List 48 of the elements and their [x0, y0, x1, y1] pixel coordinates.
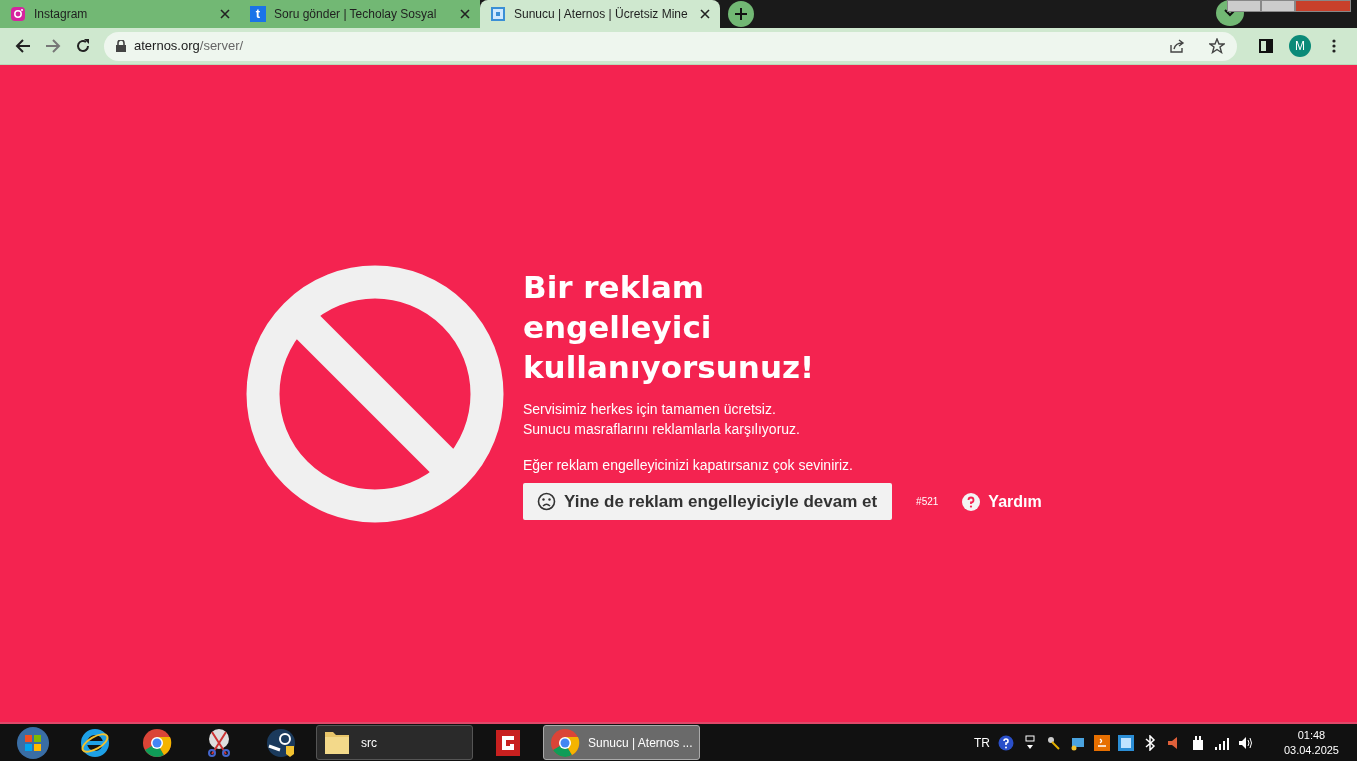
browser-tab[interactable]: Sunucu | Aternos | Ücretsiz Mine [480, 0, 720, 28]
share-icon[interactable] [1169, 38, 1185, 54]
profile-avatar[interactable]: M [1289, 35, 1311, 57]
address-bar[interactable]: aternos.org/server/ [104, 31, 1237, 61]
url-text: aternos.org/server/ [134, 37, 244, 56]
heading: Bir reklam engelleyici kullanıyorsunuz! [523, 267, 816, 388]
reload-icon[interactable] [75, 38, 91, 54]
browser-tab[interactable]: t Soru gönder | Techolay Sosyal [240, 0, 480, 28]
new-tab-button[interactable] [728, 1, 754, 27]
browser-tab[interactable]: Instagram [0, 0, 240, 28]
error-code: #521 [916, 495, 939, 510]
tab-title: Soru gönder | Techolay Sosyal [274, 6, 437, 23]
lock-icon [116, 40, 126, 52]
chrome-icon[interactable] [142, 727, 172, 758]
question-icon [962, 492, 981, 511]
clock[interactable]: 01:48 03.04.2025 [1283, 727, 1339, 758]
java-icon[interactable] [1093, 734, 1110, 751]
favicon: t [250, 6, 266, 22]
tab-title: Sunucu | Aternos | Ücretsiz Mine [514, 6, 688, 23]
language-indicator[interactable]: TR [973, 733, 990, 752]
taskbar-window-button[interactable]: src [316, 725, 473, 760]
plus-icon [734, 7, 748, 21]
prohibited-sign-icon [246, 264, 504, 523]
description: Servisimiz herkes için tamamen ücretsiz. Sunucu masraflarını reklamlarla karşılıyoruz. [523, 400, 801, 440]
note-text: Eğer reklam engelleyicinizi kapatırsanız çok seviniriz. [523, 456, 854, 476]
continue-button[interactable]: Yine de reklam engelleyiciyle devam et [523, 483, 893, 521]
chrome-icon [550, 727, 580, 758]
keys-icon[interactable] [1045, 734, 1062, 751]
tab-title: Instagram [34, 6, 88, 23]
forward-icon[interactable] [45, 38, 61, 54]
ie-icon[interactable] [80, 727, 110, 758]
camera-icon [10, 6, 26, 22]
help-link[interactable]: Yardım [962, 489, 1042, 514]
close-icon[interactable] [220, 9, 230, 19]
taskbar-window-button[interactable]: Sunucu | Aternos ... [543, 725, 700, 760]
close-icon[interactable] [700, 9, 710, 19]
sad-face-icon [537, 492, 556, 512]
game-icon[interactable] [493, 727, 523, 758]
windows-logo-icon [16, 725, 50, 760]
menu-icon[interactable] [1332, 39, 1336, 53]
close-icon[interactable] [460, 9, 470, 19]
back-icon[interactable] [15, 38, 31, 54]
help-icon[interactable] [997, 734, 1014, 751]
calculator-icon[interactable] [1117, 734, 1134, 751]
steam-icon[interactable] [266, 727, 296, 758]
star-icon[interactable] [1209, 38, 1225, 54]
side-panel-icon[interactable] [1259, 39, 1273, 53]
grid-icon [490, 6, 506, 22]
